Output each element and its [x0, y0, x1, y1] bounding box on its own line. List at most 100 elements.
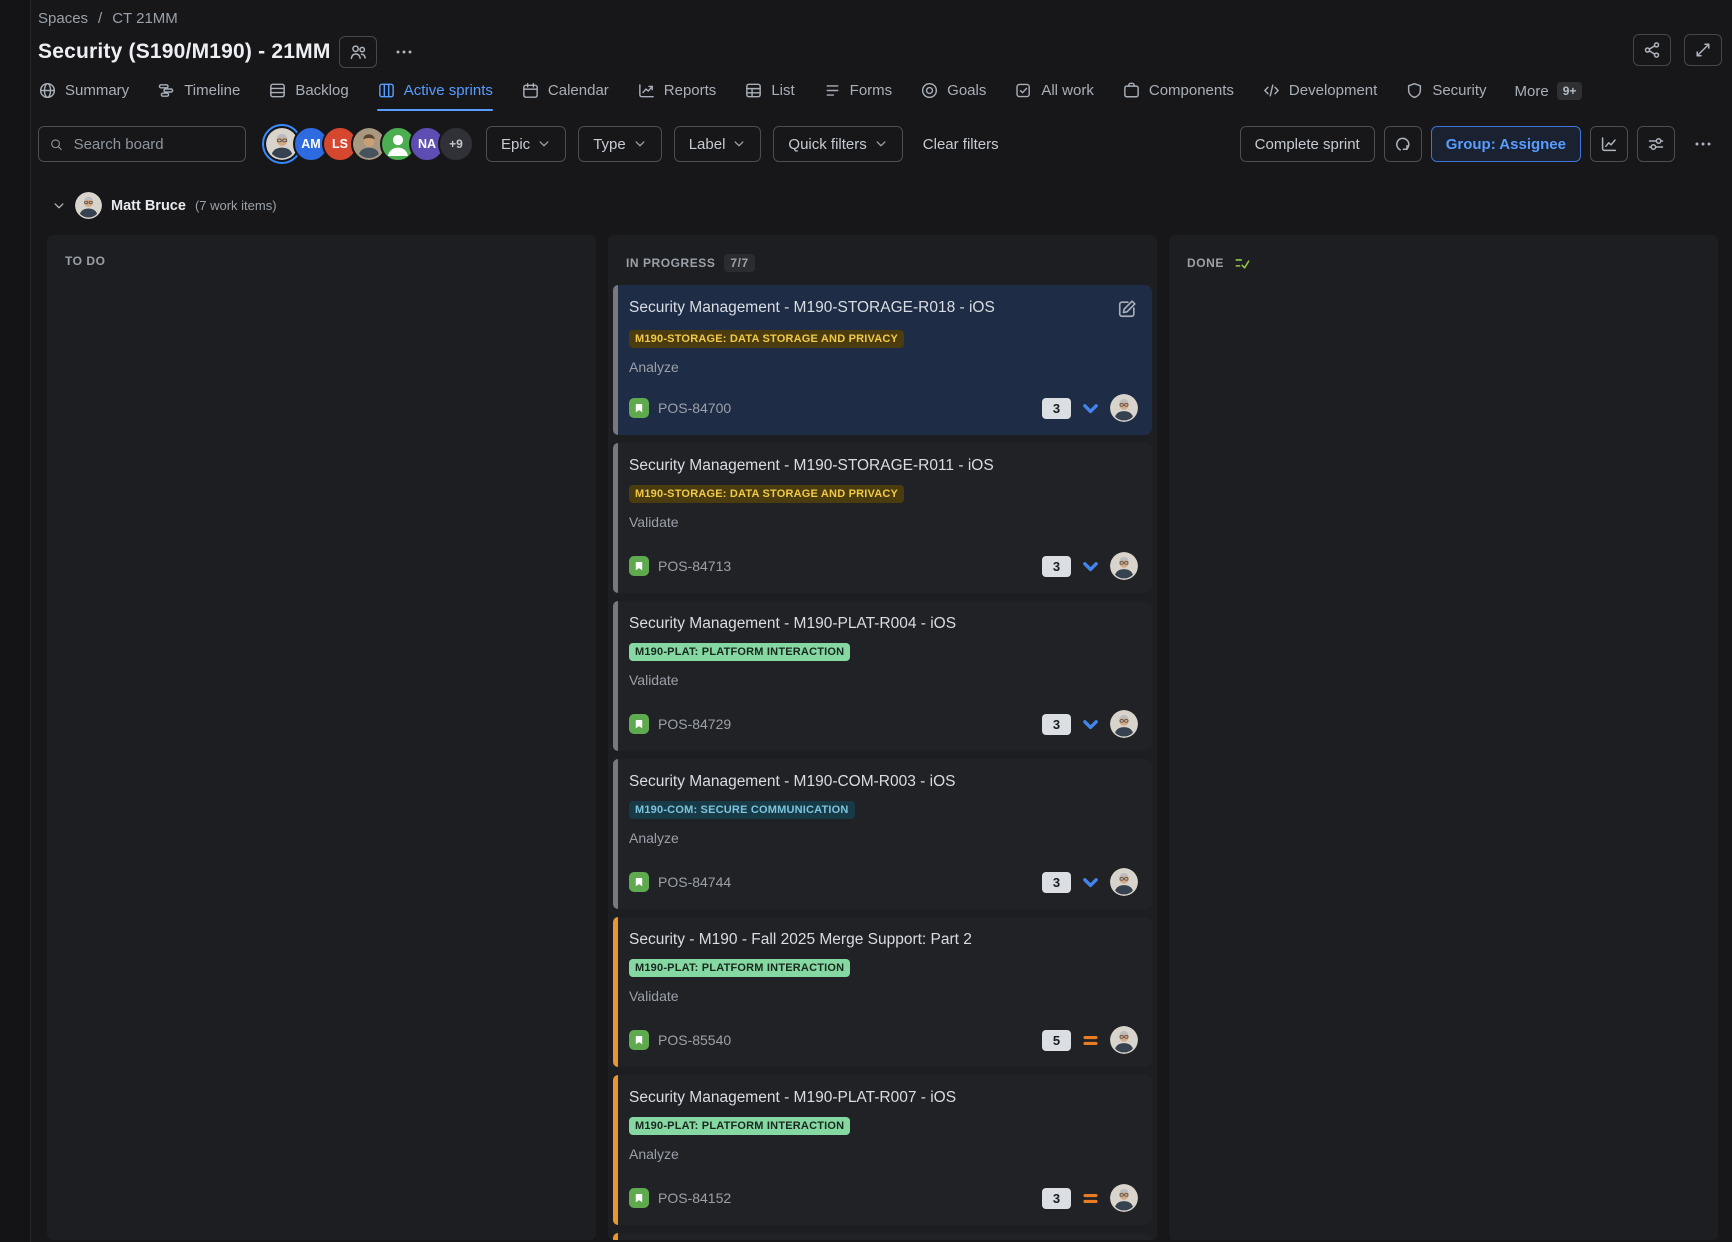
- tab-label: More: [1515, 83, 1549, 100]
- complete-sprint-button[interactable]: Complete sprint: [1240, 126, 1375, 162]
- card-title-row: Security Management - M190-COM-R003 - iO…: [629, 772, 1138, 791]
- card-partial[interactable]: [613, 1233, 1152, 1240]
- view-tabs: Summary Timeline Backlog Active sprints Cale…: [38, 81, 1732, 111]
- card-title: Security Management - M190-PLAT-R007 - i…: [629, 1088, 956, 1107]
- tab-list[interactable]: List: [744, 81, 794, 111]
- filter-dropdown-label[interactable]: Label: [674, 126, 762, 162]
- column-title: IN PROGRESS: [626, 256, 715, 270]
- tab-development[interactable]: Development: [1262, 81, 1377, 111]
- assignee-avatar[interactable]: [1110, 1026, 1138, 1054]
- card-footer-right: 3: [1042, 868, 1138, 896]
- tab-forms[interactable]: Forms: [823, 81, 893, 111]
- card-label-chip[interactable]: M190-STORAGE: DATA STORAGE AND PRIVACY: [629, 330, 904, 348]
- search-input[interactable]: [72, 135, 235, 154]
- title-more-button[interactable]: [385, 36, 423, 68]
- collapse-chevron-icon[interactable]: [52, 199, 66, 213]
- assignee-avatar[interactable]: [1110, 710, 1138, 738]
- tab-active-sprints[interactable]: Active sprints: [377, 81, 493, 111]
- search-icon: [49, 136, 64, 153]
- card-pos-84713[interactable]: Security Management - M190-STORAGE-R011 …: [613, 443, 1152, 593]
- filter-avatar-overflow[interactable]: +9: [438, 126, 474, 162]
- tab-all-work[interactable]: All work: [1014, 81, 1094, 111]
- card-key[interactable]: POS-84700: [658, 400, 731, 416]
- view-settings-button[interactable]: [1637, 126, 1675, 162]
- card-status: Analyze: [629, 359, 1138, 375]
- card-pos-84729[interactable]: Security Management - M190-PLAT-R004 - i…: [613, 601, 1152, 751]
- estimate-badge[interactable]: 3: [1042, 872, 1071, 893]
- card-key[interactable]: POS-84729: [658, 716, 731, 732]
- filter-bar: AMLSNA+9 EpicTypeLabelQuick filters Clea…: [38, 126, 1732, 162]
- people-button[interactable]: [339, 36, 377, 68]
- automation-button[interactable]: [1384, 126, 1422, 162]
- card-label-chip[interactable]: M190-PLAT: PLATFORM INTERACTION: [629, 959, 850, 977]
- assignee-avatar[interactable]: [1110, 868, 1138, 896]
- card-title: Security Management - M190-PLAT-R004 - i…: [629, 614, 956, 633]
- card-footer: POS-84152 3: [629, 1184, 1138, 1212]
- tab-goals[interactable]: Goals: [920, 81, 986, 111]
- card-key[interactable]: POS-85540: [658, 1032, 731, 1048]
- estimate-badge[interactable]: 3: [1042, 714, 1071, 735]
- tab-summary[interactable]: Summary: [38, 81, 129, 111]
- share-icon: [1642, 40, 1662, 60]
- card-status: Validate: [629, 672, 1138, 688]
- search-box: [38, 126, 246, 162]
- estimate-badge[interactable]: 3: [1042, 1188, 1071, 1209]
- card-key[interactable]: POS-84713: [658, 558, 731, 574]
- tab-security[interactable]: Security: [1405, 81, 1486, 111]
- card-key[interactable]: POS-84152: [658, 1190, 731, 1206]
- card-label-chip[interactable]: M190-PLAT: PLATFORM INTERACTION: [629, 1117, 850, 1135]
- card-pos-84700[interactable]: Security Management - M190-STORAGE-R018 …: [613, 285, 1152, 435]
- story-type-icon: [629, 1188, 649, 1208]
- column-cards: [47, 281, 596, 289]
- card-key[interactable]: POS-84744: [658, 874, 731, 890]
- card-label-chip[interactable]: M190-COM: SECURE COMMUNICATION: [629, 801, 855, 819]
- card-pos-84744[interactable]: Security Management - M190-COM-R003 - iO…: [613, 759, 1152, 909]
- expand-button[interactable]: [1684, 34, 1722, 66]
- breadcrumb-item-project[interactable]: CT 21MM: [112, 10, 178, 27]
- card-label-chip[interactable]: M190-STORAGE: DATA STORAGE AND PRIVACY: [629, 485, 904, 503]
- board-more-button[interactable]: [1684, 128, 1722, 160]
- estimate-badge[interactable]: 3: [1042, 398, 1071, 419]
- tab-timeline[interactable]: Timeline: [157, 81, 240, 111]
- assignee-avatar[interactable]: [1110, 552, 1138, 580]
- tab-calendar[interactable]: Calendar: [521, 81, 609, 111]
- insights-button[interactable]: [1590, 126, 1628, 162]
- story-type-icon: [629, 556, 649, 576]
- column-header-inprogress: IN PROGRESS7/7: [608, 235, 1157, 285]
- insights-icon: [1599, 134, 1619, 154]
- priority-medium-icon: [1080, 1030, 1101, 1051]
- group-by-button[interactable]: Group: Assignee: [1431, 126, 1581, 162]
- breadcrumb-item-spaces[interactable]: Spaces: [38, 10, 88, 27]
- tab-more[interactable]: More 9+: [1515, 82, 1583, 111]
- story-type-icon: [629, 714, 649, 734]
- estimate-badge[interactable]: 5: [1042, 1030, 1071, 1051]
- column-inprogress: IN PROGRESS7/7Security Management - M190…: [608, 235, 1157, 1240]
- story-type-icon: [629, 872, 649, 892]
- filter-dropdown-quick-filters[interactable]: Quick filters: [773, 126, 902, 162]
- share-button[interactable]: [1633, 34, 1671, 66]
- card-pos-84152[interactable]: Security Management - M190-PLAT-R007 - i…: [613, 1075, 1152, 1225]
- column-title: DONE: [1187, 256, 1224, 270]
- filter-dropdown-type[interactable]: Type: [578, 126, 662, 162]
- backlog-icon: [268, 81, 287, 100]
- tab-label: Development: [1289, 82, 1377, 99]
- components-icon: [1122, 81, 1141, 100]
- assignee-avatar[interactable]: [1110, 394, 1138, 422]
- tab-components[interactable]: Components: [1122, 81, 1234, 111]
- card-label-chip[interactable]: M190-PLAT: PLATFORM INTERACTION: [629, 643, 850, 661]
- assignee-avatar[interactable]: [1110, 1184, 1138, 1212]
- filter-dropdown-epic[interactable]: Epic: [486, 126, 566, 162]
- tab-backlog[interactable]: Backlog: [268, 81, 348, 111]
- card-pos-85540[interactable]: Security - M190 - Fall 2025 Merge Suppor…: [613, 917, 1152, 1067]
- forms-icon: [823, 81, 842, 100]
- chevron-down-icon: [633, 137, 647, 151]
- tab-count-badge: 9+: [1557, 82, 1583, 100]
- column-header-done: DONE: [1169, 235, 1718, 285]
- estimate-badge[interactable]: 3: [1042, 556, 1071, 577]
- edit-summary-button[interactable]: [1116, 298, 1138, 320]
- tab-reports[interactable]: Reports: [637, 81, 717, 111]
- priority-low-icon: [1080, 556, 1101, 577]
- card-title-row: Security Management - M190-PLAT-R004 - i…: [629, 614, 1138, 633]
- clear-filters-button[interactable]: Clear filters: [919, 136, 1003, 153]
- card-footer-right: 5: [1042, 1026, 1138, 1054]
